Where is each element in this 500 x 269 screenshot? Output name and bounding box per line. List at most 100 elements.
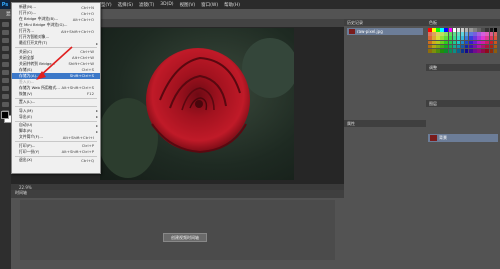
- color-swatch[interactable]: [428, 49, 432, 53]
- menu-9[interactable]: 窗口(W): [198, 2, 221, 8]
- tool-icon[interactable]: [2, 38, 9, 43]
- tool-icon[interactable]: [2, 70, 9, 75]
- color-swatch[interactable]: [444, 44, 448, 49]
- color-swatch[interactable]: [489, 49, 494, 53]
- color-swatch[interactable]: [473, 28, 477, 32]
- menu-10[interactable]: 帮助(H): [221, 2, 243, 8]
- color-swatch[interactable]: [481, 49, 485, 53]
- color-swatch[interactable]: [493, 32, 498, 36]
- color-swatch[interactable]: [440, 32, 444, 36]
- color-swatch[interactable]: [464, 28, 469, 32]
- color-swatch[interactable]: [448, 49, 453, 53]
- color-swatch[interactable]: [485, 28, 489, 32]
- color-swatch[interactable]: [464, 44, 469, 49]
- color-swatch[interactable]: [473, 36, 477, 40]
- color-swatch[interactable]: [464, 32, 469, 36]
- color-swatch[interactable]: [444, 49, 448, 53]
- color-swatch[interactable]: [444, 40, 448, 45]
- tool-icon[interactable]: [2, 94, 9, 99]
- color-swatch[interactable]: [464, 40, 469, 45]
- color-swatch[interactable]: [432, 40, 436, 45]
- color-swatch[interactable]: [444, 36, 448, 40]
- color-swatch[interactable]: [452, 32, 457, 36]
- color-swatch[interactable]: [489, 36, 494, 40]
- color-swatch[interactable]: [428, 44, 432, 49]
- color-swatch[interactable]: [481, 44, 485, 49]
- color-swatch[interactable]: [440, 28, 444, 32]
- color-swatch[interactable]: [464, 49, 469, 53]
- color-swatch[interactable]: [469, 49, 473, 53]
- color-swatch[interactable]: [444, 32, 448, 36]
- color-swatch[interactable]: [473, 32, 477, 36]
- color-swatch[interactable]: [456, 36, 461, 40]
- color-swatch[interactable]: [493, 36, 498, 40]
- menu-item[interactable]: 文件简介(F)... Alt+Shift+Ctrl+I: [12, 134, 100, 140]
- foreground-color-swatch[interactable]: [1, 111, 9, 119]
- color-swatch[interactable]: [456, 32, 461, 36]
- color-swatch[interactable]: [456, 40, 461, 45]
- color-swatch[interactable]: [489, 40, 494, 45]
- color-swatch[interactable]: [432, 49, 436, 53]
- color-swatch[interactable]: [485, 44, 489, 49]
- menu-6[interactable]: 滤镜(T): [136, 2, 157, 8]
- color-swatch[interactable]: [493, 44, 498, 49]
- tool-icon[interactable]: [2, 22, 9, 27]
- color-swatch[interactable]: [456, 44, 461, 49]
- color-swatch[interactable]: [477, 32, 481, 36]
- menu-8[interactable]: 视图(V): [177, 2, 199, 8]
- color-swatch[interactable]: [477, 44, 481, 49]
- menu-item[interactable]: 导出(E) ▸: [12, 114, 100, 120]
- color-swatch[interactable]: [489, 32, 494, 36]
- history-snapshot-row[interactable]: raw-pixel.jpg: [347, 28, 423, 35]
- create-video-timeline-button[interactable]: 创建视频时间轴: [163, 233, 207, 242]
- color-swatch[interactable]: [489, 44, 494, 49]
- color-swatch[interactable]: [485, 49, 489, 53]
- color-swatch[interactable]: [436, 32, 440, 36]
- color-swatch[interactable]: [489, 28, 494, 32]
- swatches-grid[interactable]: [428, 28, 498, 56]
- color-swatch[interactable]: [456, 49, 461, 53]
- color-swatch[interactable]: [432, 44, 436, 49]
- color-swatch[interactable]: [469, 40, 473, 45]
- color-swatch[interactable]: [481, 40, 485, 45]
- color-swatch[interactable]: [448, 44, 453, 49]
- color-swatch[interactable]: [477, 28, 481, 32]
- color-swatch[interactable]: [481, 32, 485, 36]
- color-swatch[interactable]: [436, 49, 440, 53]
- color-swatch[interactable]: [469, 28, 473, 32]
- color-swatch[interactable]: [460, 44, 465, 49]
- tab-timeline[interactable]: 时间轴: [15, 190, 27, 195]
- color-swatch[interactable]: [460, 49, 465, 53]
- menu-5[interactable]: 选择(S): [115, 2, 136, 8]
- color-swatch[interactable]: [428, 36, 432, 40]
- color-swatch[interactable]: [432, 36, 436, 40]
- color-swatch[interactable]: [473, 49, 477, 53]
- color-swatch[interactable]: [428, 28, 432, 32]
- color-swatch[interactable]: [493, 49, 498, 53]
- color-swatch[interactable]: [460, 32, 465, 36]
- color-swatch[interactable]: [440, 44, 444, 49]
- color-swatch[interactable]: [440, 40, 444, 45]
- color-swatch[interactable]: [436, 28, 440, 32]
- tool-icon[interactable]: [2, 62, 9, 67]
- color-swatch[interactable]: [469, 32, 473, 36]
- layer-row[interactable]: 背景: [428, 134, 498, 142]
- color-swatch[interactable]: [448, 36, 453, 40]
- color-swatch[interactable]: [477, 36, 481, 40]
- tool-icon[interactable]: [2, 46, 9, 51]
- color-swatch[interactable]: [440, 49, 444, 53]
- color-swatch[interactable]: [460, 36, 465, 40]
- color-swatch[interactable]: [452, 44, 457, 49]
- tab-adjustments[interactable]: 调整: [426, 64, 500, 71]
- color-swatch[interactable]: [452, 36, 457, 40]
- color-swatch[interactable]: [477, 40, 481, 45]
- color-swatch[interactable]: [448, 40, 453, 45]
- color-swatch[interactable]: [493, 28, 498, 32]
- color-swatch[interactable]: [493, 40, 498, 45]
- color-swatch[interactable]: [477, 49, 481, 53]
- color-swatch[interactable]: [460, 28, 465, 32]
- color-swatch[interactable]: [456, 28, 461, 32]
- color-swatch[interactable]: [473, 44, 477, 49]
- color-swatch[interactable]: [452, 49, 457, 53]
- color-swatch[interactable]: [485, 32, 489, 36]
